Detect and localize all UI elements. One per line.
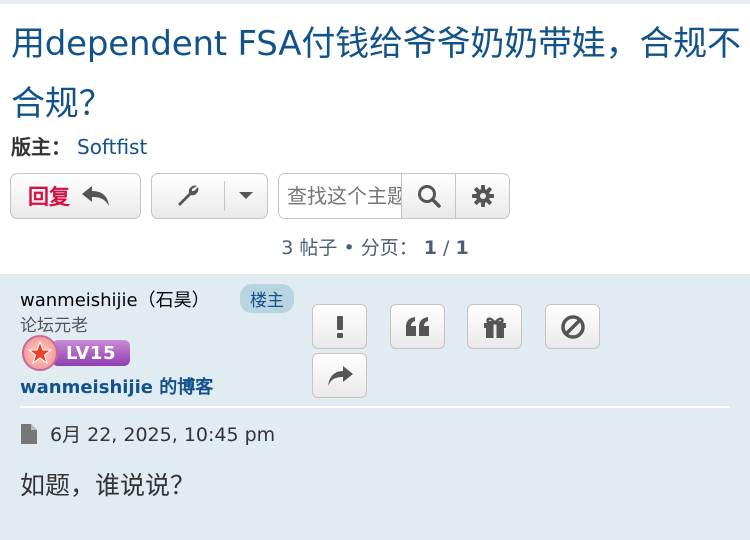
report-icon xyxy=(336,315,343,338)
page-label: 分页： xyxy=(360,237,418,259)
wrench-icon xyxy=(152,183,224,209)
ban-button[interactable] xyxy=(545,304,600,349)
blog-user: wanmeishijie xyxy=(20,377,153,398)
post-author[interactable]: wanmeishijie（石昊） xyxy=(20,286,210,312)
moderator-link[interactable]: Softfist xyxy=(77,135,147,159)
moderators: 版主： Softfist xyxy=(11,134,147,160)
post-count: 3 帖子 xyxy=(281,237,338,259)
document-icon xyxy=(20,423,38,445)
reply-button[interactable]: 回复 xyxy=(10,173,141,219)
reply-arrow-icon xyxy=(80,184,112,208)
star-icon xyxy=(22,335,58,371)
bullet: • xyxy=(343,237,355,259)
current-page: 1 xyxy=(423,237,437,259)
blog-suffix: 的博客 xyxy=(152,377,214,398)
caret-down-icon[interactable] xyxy=(225,191,267,201)
topic-search xyxy=(278,173,510,219)
topic-tools-button[interactable] xyxy=(151,173,268,219)
user-rank: 论坛元老 xyxy=(20,316,88,336)
search-input[interactable] xyxy=(279,174,401,218)
level-badge: LV15 xyxy=(22,335,130,371)
level-label: LV15 xyxy=(52,340,130,366)
post: wanmeishijie（石昊） 楼主 论坛元老 LV15 wanmeishij… xyxy=(0,274,750,540)
moderators-label: 版主： xyxy=(11,135,71,159)
quote-button[interactable] xyxy=(390,304,445,349)
post-content: 如题，谁说说？ xyxy=(20,471,196,500)
gear-icon xyxy=(471,185,494,207)
user-blog-link[interactable]: wanmeishijie 的博客 xyxy=(20,373,213,399)
share-button[interactable] xyxy=(312,353,367,398)
magnifier-icon xyxy=(417,185,441,208)
search-button[interactable] xyxy=(401,174,455,218)
top-border xyxy=(0,0,750,4)
quote-icon xyxy=(405,316,429,336)
gift-icon xyxy=(483,317,506,338)
post-date-text: 6月 22, 2025, 10:45 pm xyxy=(50,424,276,446)
reply-label: 回复 xyxy=(28,185,70,209)
topic-title[interactable]: 用dependent FSA付钱给爷爷奶奶带娃，合规不合规？ xyxy=(11,14,746,134)
post-date[interactable]: 6月 22, 2025, 10:45 pm xyxy=(20,420,275,447)
pagination: 3 帖子 • 分页： 1 / 1 xyxy=(0,233,750,260)
post-divider xyxy=(20,406,730,408)
op-badge: 楼主 xyxy=(240,284,294,313)
gift-button[interactable] xyxy=(467,304,522,349)
total-pages: 1 xyxy=(455,237,469,259)
page-separator: / xyxy=(443,237,450,259)
report-button[interactable] xyxy=(312,304,367,349)
ban-icon xyxy=(560,314,585,339)
share-icon xyxy=(327,365,353,386)
advanced-search-button[interactable] xyxy=(455,174,509,218)
